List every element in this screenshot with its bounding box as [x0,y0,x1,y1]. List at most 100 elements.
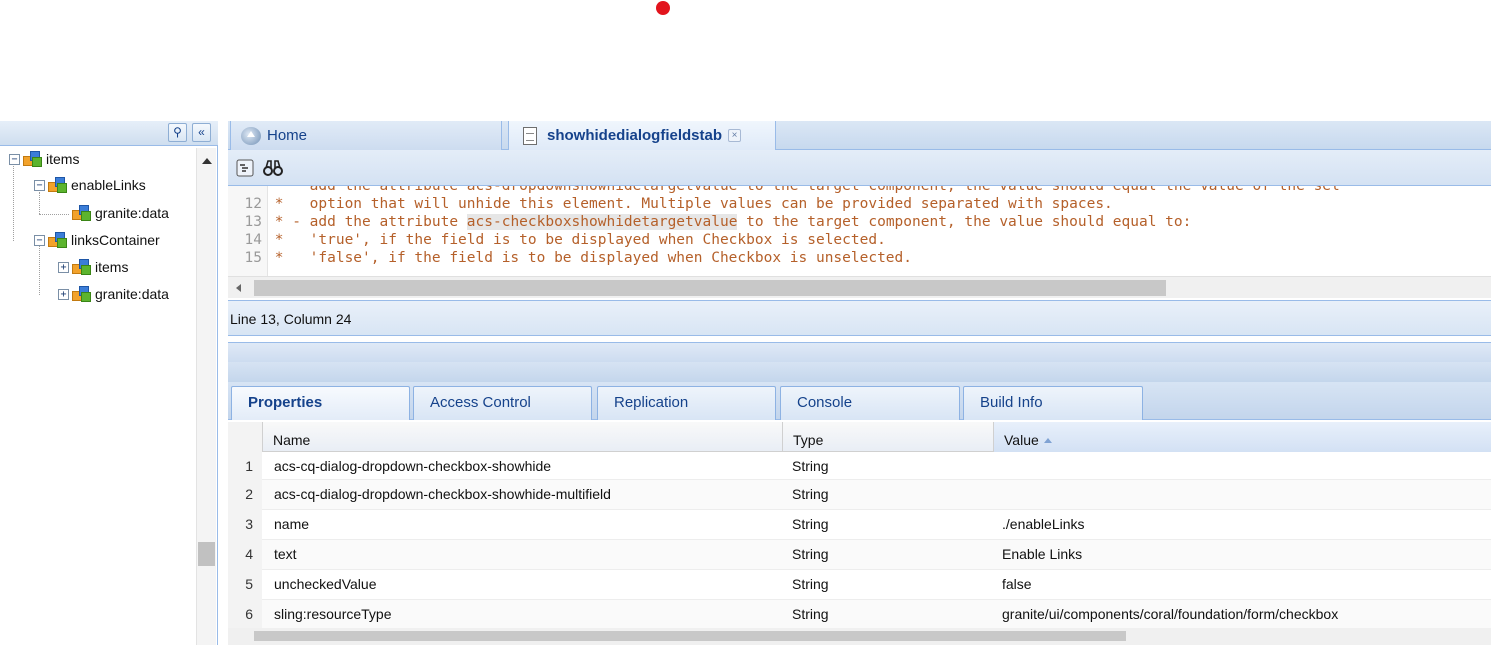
grid-header: Name Type Value [228,422,1491,452]
property-name: name [274,516,310,532]
code-line-partial: * add the attribute acs-dropdownshowhide… [266,186,1340,194]
tree-node-granite-data-child[interactable]: + granite:data [58,281,169,307]
property-name: acs-cq-dialog-dropdown-checkbox-showhide… [274,486,611,502]
node-icon [72,205,92,221]
cursor-position-status: Line 13, Column 24 [228,300,1491,336]
find-icon[interactable]: ⚲ [168,123,187,142]
tree-node-label: enableLinks [71,177,146,193]
row-number: 2 [228,480,262,510]
table-row[interactable]: 3 name String ./enableLinks [228,510,1491,540]
tab-home-label: Home [267,127,308,144]
scroll-left-icon[interactable] [236,284,241,292]
property-type: String [792,576,829,592]
rownum-header [228,422,262,452]
table-row[interactable]: 1 acs-cq-dialog-dropdown-checkbox-showhi… [228,452,1491,482]
row-number: 3 [228,510,262,540]
node-icon [48,177,68,193]
tab-properties[interactable]: Properties [231,386,410,420]
expand-toggle-icon[interactable]: + [58,288,69,300]
tree-node-granite-data[interactable]: granite:data [72,200,169,226]
binoculars-icon[interactable] [263,159,283,177]
collapse-toggle-icon[interactable]: − [34,234,45,246]
main-editor-area: Home showhidedialogfieldstab × * add the… [228,121,1491,645]
tab-access-control[interactable]: Access Control [413,386,592,420]
collapse-panel-icon[interactable]: « [192,123,211,142]
property-name: sling:resourceType [274,606,392,622]
tree-connector [39,214,69,215]
tree-node-items[interactable]: − items [9,146,79,172]
code-editor[interactable]: * add the attribute acs-dropdownshowhide… [228,186,1491,276]
tab-build-info[interactable]: Build Info [963,386,1143,420]
recording-indicator-icon [656,1,670,15]
property-value: ./enableLinks [1002,516,1085,532]
sort-ascending-icon [1043,438,1052,443]
property-type: String [792,606,829,622]
table-row[interactable]: 4 text String Enable Links [228,540,1491,570]
scroll-up-icon[interactable] [202,158,212,164]
row-number: 6 [228,600,262,630]
repository-tree-panel: ⚲ « − items − enableLinks granite:data −… [0,121,218,645]
panel-splitter[interactable] [228,342,1491,362]
tree-node-label: linksContainer [71,232,160,248]
expand-toggle-icon[interactable]: + [58,261,69,273]
editor-horizontal-scrollbar[interactable] [228,276,1491,298]
tab-showhidedialogfieldstab[interactable]: showhidedialogfieldstab × [508,121,776,150]
grid-horizontal-scrollbar[interactable] [228,628,1491,645]
property-type: String [792,458,829,474]
tree-node-enablelinks[interactable]: − enableLinks [34,172,146,198]
scrollbar-thumb[interactable] [254,631,1126,641]
code-line: 13 * - add the attribute acs-checkboxsho… [244,214,1192,230]
search-highlight: acs-checkboxshowhidetargetvalue [466,214,738,230]
property-type: String [792,486,829,502]
scrollbar-thumb[interactable] [198,542,215,566]
tab-replication[interactable]: Replication [597,386,776,420]
code-line: 12 * option that will unhide this elemen… [244,196,1113,212]
node-icon [23,151,43,167]
tree-node-label: granite:data [95,286,169,302]
property-type: String [792,516,829,532]
tree-node-label: items [95,259,129,275]
property-value: false [1002,576,1032,592]
tree-node-label: items [46,151,80,167]
tree-node-label: granite:data [95,205,169,221]
node-icon [72,259,92,275]
collapse-toggle-icon[interactable]: − [34,179,45,191]
property-name: text [274,546,297,562]
properties-grid: Name Type Value 1 acs-cq-dialog-dropdown… [228,420,1491,645]
tree-node-linkscontainer[interactable]: − linksContainer [34,227,160,253]
table-row[interactable]: 5 uncheckedValue String false [228,570,1491,600]
property-type: String [792,546,829,562]
scrollbar-thumb[interactable] [254,280,1166,296]
code-line: 14 * 'true', if the field is to be displ… [244,232,886,248]
panel-splitter-lower [228,362,1491,382]
editor-tabbar: Home showhidedialogfieldstab × [228,121,1491,150]
tree-node-items-child[interactable]: + items [58,254,128,280]
node-icon [48,232,68,248]
table-row[interactable]: 2 acs-cq-dialog-dropdown-checkbox-showhi… [228,480,1491,510]
code-line: 15 * 'false', if the field is to be disp… [244,250,913,266]
column-header-type[interactable]: Type [782,422,993,452]
property-name: acs-cq-dialog-dropdown-checkbox-showhide [274,458,552,474]
tab-console[interactable]: Console [780,386,960,420]
tree-connector [13,166,14,241]
properties-tabbar: Properties Access Control Replication Co… [228,382,1491,420]
close-icon[interactable]: × [728,129,742,142]
tab-home[interactable]: Home [230,121,502,150]
property-value: Enable Links [1002,546,1083,562]
collapse-toggle-icon[interactable]: − [9,153,20,165]
tree-panel-header: ⚲ « [0,121,218,146]
tree-vertical-scrollbar[interactable] [196,148,216,645]
document-icon [523,126,537,145]
editor-toolbar [228,150,1491,186]
column-header-value[interactable]: Value [993,422,1491,452]
home-icon [241,126,261,145]
column-header-name[interactable]: Name [262,422,782,452]
format-code-icon[interactable] [236,159,254,177]
table-row[interactable]: 6 sling:resourceType String granite/ui/c… [228,600,1491,630]
tab-active-label: showhidedialogfieldstab [547,127,723,144]
property-value: granite/ui/components/coral/foundation/f… [1002,606,1339,622]
row-number: 1 [228,452,262,482]
property-name: uncheckedValue [274,576,377,592]
node-icon [72,286,92,302]
row-number: 4 [228,540,262,570]
